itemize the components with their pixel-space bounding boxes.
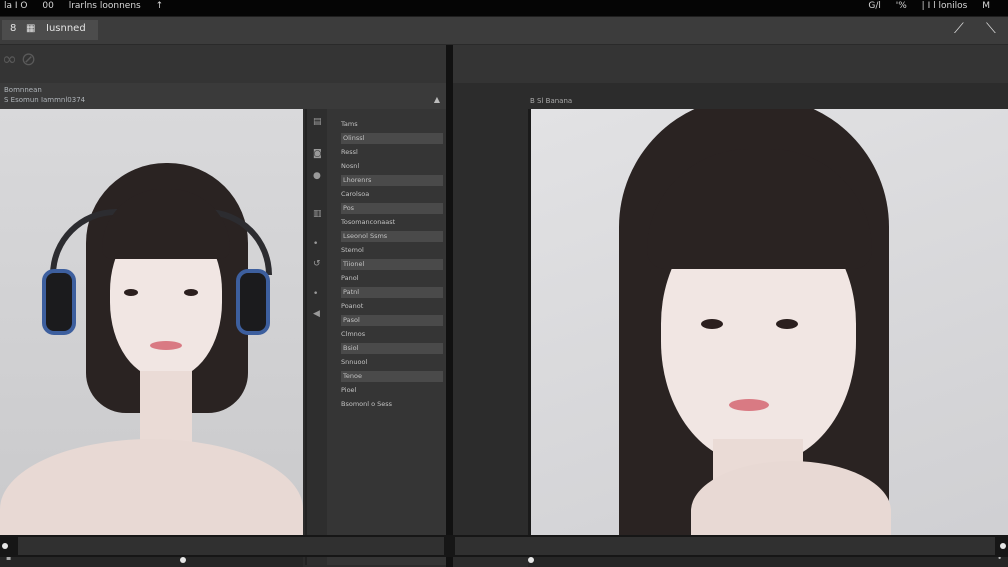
pane-divider[interactable] — [446, 45, 453, 567]
document-tab[interactable]: 8 ▦ Iusnned — [2, 20, 98, 40]
tab-number: 8 — [10, 23, 17, 34]
headphone-left — [42, 269, 76, 335]
right-eye — [184, 289, 198, 296]
property-row[interactable]: Bsiol — [341, 343, 443, 354]
playhead-dot[interactable] — [180, 557, 186, 563]
property-row[interactable]: Tenoe — [341, 371, 443, 382]
left-tool-strip: ∞⊘ — [0, 45, 446, 83]
property-row[interactable]: Pasol — [341, 315, 443, 326]
top-left-items: la I O 00 lrarlns loonnens ↑ — [4, 1, 175, 11]
pen-tool-icon[interactable]: ⟋ — [954, 21, 964, 37]
property-row[interactable]: Tiionel — [341, 259, 443, 270]
rotate-icon[interactable]: ↺ — [313, 259, 321, 269]
layers-icon[interactable]: ▥ — [313, 209, 322, 219]
property-row[interactable]: Poanot — [341, 301, 363, 312]
scroll-up-icon[interactable]: ▲ — [434, 95, 440, 104]
lips-2 — [729, 399, 769, 411]
upload-icon[interactable]: ↑ — [156, 1, 164, 11]
status-indicator-left — [2, 543, 8, 549]
link-icon[interactable]: ∞ — [2, 49, 21, 70]
property-row[interactable]: Pioel — [341, 385, 356, 396]
toolbar: 8 ▦ Iusnned ⟋ ⟍ — [0, 17, 1008, 45]
property-row[interactable]: Nosnl — [341, 161, 359, 172]
property-row[interactable]: Clmnos — [341, 329, 365, 340]
drop-icon[interactable]: ● — [313, 171, 321, 181]
brush-icon[interactable]: ⟍ — [986, 21, 996, 37]
property-row[interactable]: Olinssl — [341, 133, 443, 144]
status-item-3[interactable]: | I l lonilos — [922, 1, 968, 11]
arrow-icon[interactable]: ◀ — [313, 309, 320, 319]
property-row[interactable]: Panol — [341, 273, 359, 284]
menu-item-3[interactable]: lrarlns loonnens — [69, 1, 141, 11]
grid-icon: ▦ — [26, 23, 36, 34]
property-row[interactable]: Carolsoa — [341, 189, 369, 200]
left-status-slot[interactable] — [18, 537, 444, 555]
chain-icon[interactable]: ⊘ — [21, 49, 40, 70]
right-image-canvas[interactable] — [528, 109, 1008, 553]
bottom-status-bar — [0, 535, 1008, 557]
left-eye — [124, 289, 138, 296]
right-editor-pane: B Sl Banana • — [453, 45, 1008, 567]
dot-icon[interactable]: • — [313, 239, 318, 249]
property-row[interactable]: Patnl — [341, 287, 443, 298]
left-eye-2 — [701, 319, 723, 329]
menu-item-2[interactable]: 00 — [42, 1, 53, 11]
property-row[interactable]: Lhorenrs — [341, 175, 443, 186]
right-eye-2 — [776, 319, 798, 329]
property-row[interactable]: Snnuool — [341, 357, 367, 368]
playhead-dot-2[interactable] — [528, 557, 534, 563]
node-icons: ∞⊘ — [2, 49, 40, 70]
canvas-title: B Sl Banana — [530, 97, 573, 105]
properties-panel: ▤ ◙ ● ▥ • ↺ • ◀ Tams Olinssl Ressl Nosnl Lho… — [305, 109, 448, 565]
dot-icon-2[interactable]: • — [313, 289, 318, 299]
properties-gutter: ▤ ◙ ● ▥ • ↺ • ◀ — [307, 109, 327, 565]
left-editor-pane: ∞⊘ Bomnnean S Esomun Iammnl0374 ▲ ▤ ◙ ● … — [0, 45, 448, 567]
menu-item-1[interactable]: la I O — [4, 1, 27, 11]
property-row[interactable]: Bsomonl o Sess — [341, 399, 392, 410]
left-info-bar: Bomnnean S Esomun Iammnl0374 — [0, 83, 446, 109]
property-row[interactable]: Stemol — [341, 245, 364, 256]
status-item-1[interactable]: G/l — [868, 1, 881, 11]
property-row[interactable]: Lseonol Ssms — [341, 231, 443, 242]
left-image-canvas[interactable] — [0, 109, 303, 553]
property-row[interactable]: Pos — [341, 203, 443, 214]
property-row[interactable]: Tams — [341, 119, 358, 130]
headphone-right — [236, 269, 270, 335]
info-line-2: S Esomun Iammnl0374 — [4, 96, 86, 104]
status-item-4[interactable]: M — [982, 1, 990, 11]
top-menu-bar: la I O 00 lrarlns loonnens ↑ G/l '% | I … — [0, 0, 1008, 16]
property-row[interactable]: Tosomanconaast — [341, 217, 395, 228]
top-right-items: G/l '% | I l lonilos M — [868, 1, 1002, 11]
lips — [150, 341, 182, 350]
status-indicator-right — [1000, 543, 1006, 549]
right-status-slot[interactable] — [455, 537, 995, 555]
property-row[interactable]: Ressl — [341, 147, 358, 158]
right-tool-strip — [453, 45, 1008, 83]
status-item-2[interactable]: '% — [896, 1, 907, 11]
info-line-1: Bomnnean — [4, 86, 42, 94]
tab-label: Iusnned — [46, 23, 86, 34]
file-icon[interactable]: ▤ — [313, 117, 322, 127]
box-icon[interactable]: ◙ — [313, 149, 322, 159]
